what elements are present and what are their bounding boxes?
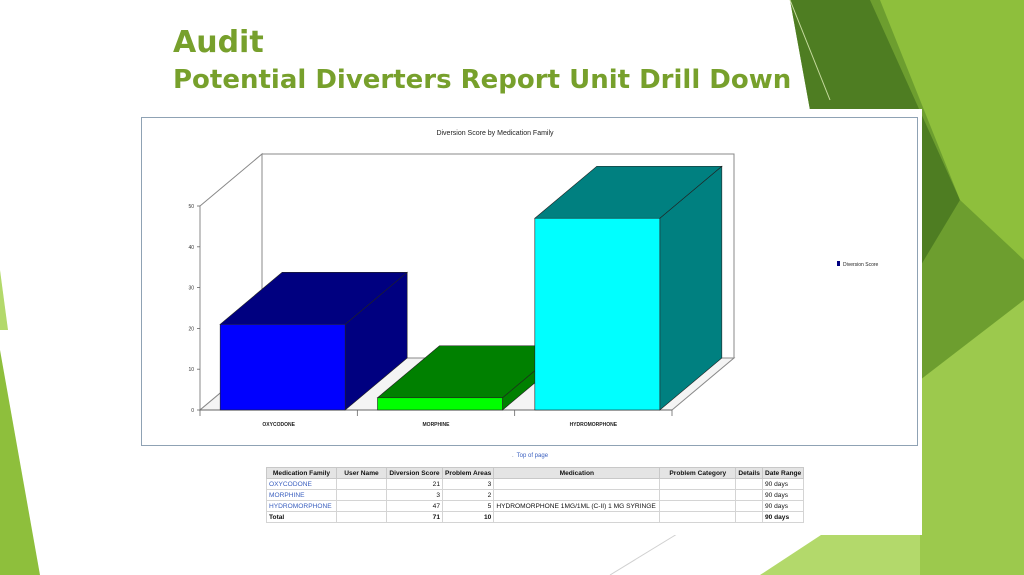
- header-problem-areas[interactable]: Problem Areas: [441, 467, 495, 479]
- bar-hydromorphone: [534, 217, 661, 411]
- col-medication-cell: [493, 511, 661, 523]
- chart-title: Diversion Score by Medication Family: [436, 130, 554, 137]
- bar-oxycodone: [219, 324, 346, 411]
- col-diversion-score-cell: 3: [386, 489, 443, 501]
- header-medication[interactable]: Medication: [493, 467, 661, 479]
- col-problem-category-cell: [659, 489, 737, 501]
- col-details-cell: [735, 489, 763, 501]
- col-problem-areas-cell: 10: [441, 511, 495, 523]
- col-medication-family-cell: Total: [266, 511, 337, 523]
- legend-swatch: [837, 261, 840, 266]
- col-problem-areas-cell: 5: [441, 500, 495, 512]
- col-medication-family-cell[interactable]: MORPHINE: [266, 489, 337, 501]
- y-tick-label: 10: [188, 367, 194, 373]
- medication-report-table: Medication Family User Name Diversion Scor…: [266, 467, 805, 523]
- col-details-cell: [735, 511, 763, 523]
- diversion-score-chart: Diversion Score by Medication Family 0 10 2…: [188, 130, 879, 428]
- x-category-label: MORPHINE: [423, 422, 451, 428]
- col-medication-cell: HYDROMORPHONE 1MG/1ML (C-II) 1 MG SYRING…: [493, 500, 661, 512]
- slide-title-block: Audit Potential Diverters Report Unit Dr…: [173, 24, 791, 98]
- col-medication-cell: [493, 478, 661, 490]
- col-user-name-cell: [336, 500, 387, 512]
- header-date-range[interactable]: Date Range: [761, 467, 805, 479]
- col-medication-family-cell[interactable]: HYDROMORPHONE: [266, 500, 337, 512]
- slide-subtitle: Potential Diverters Report Unit Drill Do…: [173, 65, 792, 95]
- top-of-page-link[interactable]: . Top of page: [512, 453, 548, 459]
- chart-frame: Diversion Score by Medication Family 0 10 2…: [141, 117, 918, 446]
- col-date-range-cell: 90 days: [761, 511, 805, 523]
- table-row: OXYCODONE 21 3 90 days: [266, 478, 805, 490]
- bullet-icon: .: [512, 453, 514, 459]
- green-facet-left-top: [0, 270, 8, 330]
- legend-label: Diversion Score: [843, 262, 879, 268]
- header-problem-category[interactable]: Problem Category: [659, 467, 737, 479]
- col-details-cell: [735, 500, 763, 512]
- y-tick-label: 30: [188, 286, 194, 292]
- y-tick-label: 0: [191, 408, 194, 414]
- x-category-label: OXYCODONE: [262, 422, 295, 428]
- y-tick-label: 40: [188, 245, 194, 251]
- table-row: MORPHINE 3 2 90 days: [266, 489, 805, 501]
- header-details[interactable]: Details: [735, 467, 763, 479]
- header-user-name[interactable]: User Name: [336, 467, 387, 479]
- col-diversion-score-cell: 71: [386, 511, 443, 523]
- x-category-label: HYDROMORPHONE: [570, 422, 618, 428]
- table-header-row: Medication Family User Name Diversion Scor…: [266, 467, 805, 479]
- col-user-name-cell: [336, 478, 387, 490]
- col-problem-category-cell: [659, 511, 737, 523]
- top-of-page-label: Top of page: [516, 453, 549, 459]
- col-problem-areas-cell: 2: [441, 489, 495, 501]
- header-medication-family[interactable]: Medication Family: [266, 467, 337, 479]
- col-medication-family-cell[interactable]: OXYCODONE: [266, 478, 337, 490]
- y-tick-label: 50: [188, 204, 194, 210]
- col-user-name-cell: [336, 489, 387, 501]
- col-diversion-score-cell: 47: [386, 500, 443, 512]
- col-date-range-cell: 90 days: [761, 489, 805, 501]
- col-user-name-cell: [336, 511, 387, 523]
- table-row: HYDROMORPHONE 47 5 HYDROMORPHONE 1MG/1ML (C…: [266, 500, 805, 512]
- col-problem-category-cell: [659, 478, 737, 490]
- table-total-row: Total 71 10 90 days: [266, 511, 805, 523]
- col-date-range-cell: 90 days: [761, 478, 805, 490]
- green-facet-left-bottom: [0, 350, 40, 575]
- col-date-range-cell: 90 days: [761, 500, 805, 512]
- col-details-cell: [735, 478, 763, 490]
- bar-morphine: [377, 397, 503, 411]
- header-diversion-score[interactable]: Diversion Score: [386, 467, 443, 479]
- slide-title: Audit: [173, 25, 264, 60]
- col-medication-cell: [493, 489, 661, 501]
- report-screenshot: Diversion Score by Medication Family 0 10 2…: [137, 109, 922, 535]
- col-problem-category-cell: [659, 500, 737, 512]
- col-problem-areas-cell: 3: [441, 478, 495, 490]
- col-diversion-score-cell: 21: [386, 478, 443, 490]
- y-tick-label: 20: [188, 326, 194, 332]
